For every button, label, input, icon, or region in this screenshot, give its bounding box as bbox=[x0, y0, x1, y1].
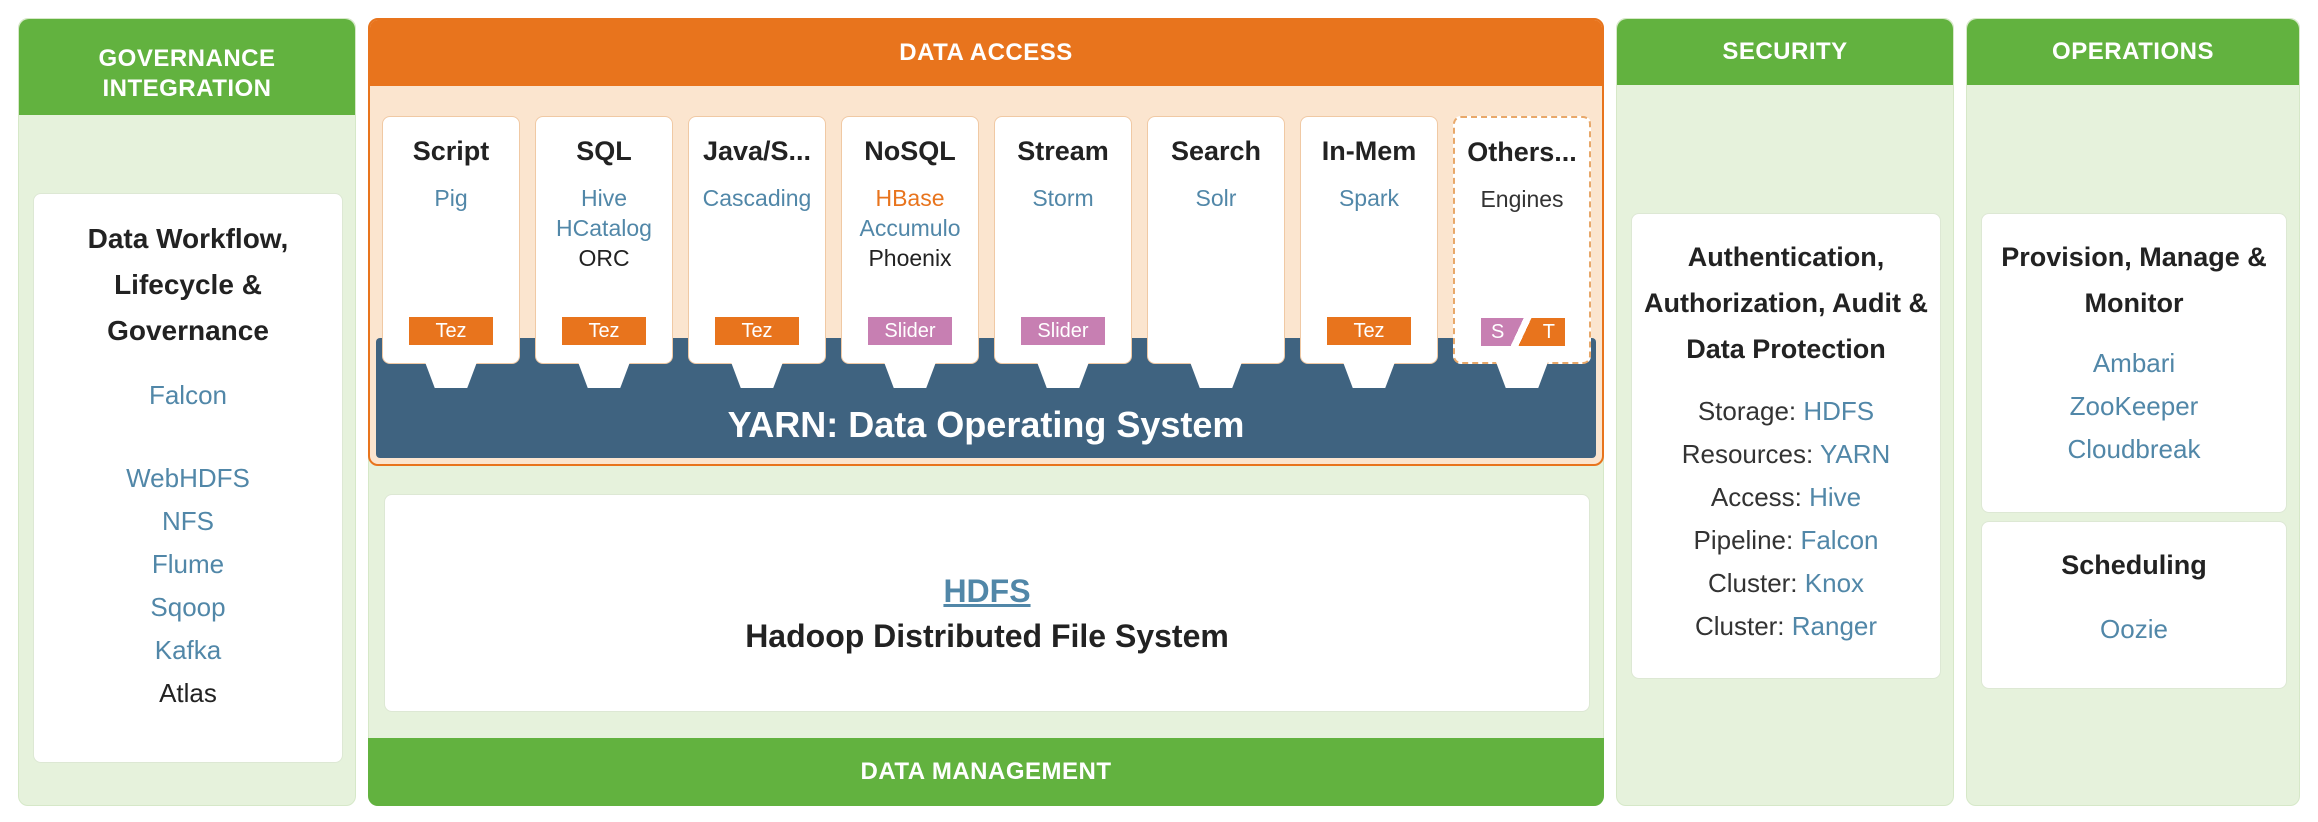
engine-sub[interactable]: Accumulo bbox=[842, 213, 978, 243]
row-value[interactable]: Hive bbox=[1809, 482, 1861, 512]
engine-title: NoSQL bbox=[864, 136, 956, 166]
governance-panel: GOVERNANCE INTEGRATION Data Workflow, Li… bbox=[18, 18, 356, 806]
engine-title: Stream bbox=[1017, 136, 1109, 166]
security-card: Authentication, Authorization, Audit & D… bbox=[1631, 213, 1941, 679]
engine-title: In-Mem bbox=[1321, 136, 1417, 166]
governance-card-title-2: Lifecycle & bbox=[114, 269, 262, 300]
provision-title-1: Provision, Manage & bbox=[2001, 242, 2267, 272]
operations-card-provision: Provision, Manage & Monitor Ambari ZooKe… bbox=[1981, 213, 2287, 513]
row-key: Cluster: bbox=[1694, 611, 1785, 641]
provision-title-2: Monitor bbox=[2084, 288, 2184, 318]
row-value[interactable]: HDFS bbox=[1803, 396, 1874, 426]
data-access-header: DATA ACCESS bbox=[370, 20, 1602, 86]
security-panel: SECURITY Authentication, Authorization, … bbox=[1616, 18, 1954, 806]
engine-sub[interactable]: Hive bbox=[536, 183, 672, 213]
engine-script[interactable]: Script Pig Tez bbox=[382, 116, 520, 388]
item-flume[interactable]: Flume bbox=[34, 543, 342, 586]
security-row: Pipeline: Falcon bbox=[1632, 519, 1940, 562]
data-access-box: DATA ACCESS YARN: Data Operating System … bbox=[368, 18, 1604, 466]
security-title-3: Data Protection bbox=[1686, 334, 1886, 364]
security-row: Cluster: Knox bbox=[1632, 562, 1940, 605]
item-sqoop[interactable]: Sqoop bbox=[34, 586, 342, 629]
engine-title: SQL bbox=[576, 136, 632, 166]
row-value[interactable]: YARN bbox=[1820, 439, 1890, 469]
badge-t: T bbox=[1542, 321, 1555, 343]
item-atlas: Atlas bbox=[159, 678, 217, 708]
engine-inmem[interactable]: In-Mem Spark Tez bbox=[1300, 116, 1438, 388]
row-key: Cluster: bbox=[1707, 568, 1798, 598]
governance-card: Data Workflow, Lifecycle & Governance Fa… bbox=[33, 193, 343, 763]
operations-card-scheduling: Scheduling Oozie bbox=[1981, 521, 2287, 689]
row-key: Access: bbox=[1710, 482, 1802, 512]
governance-header: GOVERNANCE INTEGRATION bbox=[19, 19, 355, 115]
security-title-2: Authorization, Audit & bbox=[1644, 288, 1928, 318]
engine-title: Search bbox=[1170, 136, 1262, 166]
row-key: Storage: bbox=[1697, 396, 1797, 426]
engine-sub[interactable]: HCatalog bbox=[536, 213, 672, 243]
engine-title: Java/S... bbox=[702, 136, 812, 166]
engine-others[interactable]: Others... Engines S T bbox=[1453, 116, 1591, 388]
security-row: Storage: HDFS bbox=[1632, 390, 1940, 433]
slider-badge: Slider bbox=[868, 317, 952, 345]
item-zookeeper[interactable]: ZooKeeper bbox=[1982, 385, 2286, 428]
tez-badge: Tez bbox=[715, 317, 799, 345]
engine-sub[interactable]: Pig bbox=[383, 183, 519, 213]
hdfs-box: HDFS Hadoop Distributed File System bbox=[384, 494, 1590, 712]
tez-badge: Tez bbox=[562, 317, 646, 345]
governance-header-line1: GOVERNANCE bbox=[98, 45, 276, 72]
hdfs-subtitle: Hadoop Distributed File System bbox=[745, 618, 1229, 654]
slider-badge: Slider bbox=[1021, 317, 1105, 345]
engine-sub: Engines bbox=[1480, 186, 1564, 212]
tez-badge: Tez bbox=[1327, 317, 1411, 345]
row-key: Resources: bbox=[1681, 439, 1814, 469]
engine-sub[interactable]: Cascading bbox=[689, 183, 825, 213]
governance-card-title-1: Data Workflow, bbox=[87, 223, 289, 254]
hdfs-title[interactable]: HDFS bbox=[385, 569, 1589, 613]
engine-sub[interactable]: Solr bbox=[1148, 183, 1284, 213]
engine-nosql[interactable]: NoSQL HBase Accumulo Phoenix Slider bbox=[841, 116, 979, 388]
engine-sql[interactable]: SQL Hive HCatalog ORC Tez bbox=[535, 116, 673, 388]
engine-sub[interactable]: Spark bbox=[1301, 183, 1437, 213]
governance-card-title-3: Governance bbox=[107, 315, 269, 346]
engine-sub[interactable]: Storm bbox=[995, 183, 1131, 213]
security-row: Cluster: Ranger bbox=[1632, 605, 1940, 648]
scheduling-title: Scheduling bbox=[2061, 550, 2207, 580]
row-value[interactable]: Knox bbox=[1805, 568, 1864, 598]
engine-sub[interactable]: HBase bbox=[842, 183, 978, 213]
engine-title: Others... bbox=[1467, 137, 1577, 167]
badge-s: S bbox=[1491, 321, 1505, 343]
row-key: Pipeline: bbox=[1693, 525, 1794, 555]
engine-title: Script bbox=[412, 136, 490, 166]
security-row: Access: Hive bbox=[1632, 476, 1940, 519]
item-oozie[interactable]: Oozie bbox=[1982, 608, 2286, 651]
engine-sub: ORC bbox=[578, 245, 630, 271]
item-ambari[interactable]: Ambari bbox=[1982, 342, 2286, 385]
data-management-bar: DATA MANAGEMENT bbox=[368, 738, 1604, 806]
item-webhdfs[interactable]: WebHDFS bbox=[34, 457, 342, 500]
engine-java[interactable]: Java/S... Cascading Tez bbox=[688, 116, 826, 388]
governance-header-line2: INTEGRATION bbox=[102, 75, 272, 102]
slider-tez-badge: S T bbox=[1481, 318, 1565, 346]
engine-search[interactable]: Search Solr bbox=[1147, 116, 1285, 388]
security-title-1: Authentication, bbox=[1687, 242, 1885, 272]
item-kafka[interactable]: Kafka bbox=[34, 629, 342, 672]
operations-header: OPERATIONS bbox=[1967, 19, 2299, 85]
item-cloudbreak[interactable]: Cloudbreak bbox=[1982, 428, 2286, 471]
tez-badge: Tez bbox=[409, 317, 493, 345]
item-nfs[interactable]: NFS bbox=[34, 500, 342, 543]
operations-panel: OPERATIONS Provision, Manage & Monitor A… bbox=[1966, 18, 2300, 806]
item-falcon[interactable]: Falcon bbox=[34, 374, 342, 417]
security-row: Resources: YARN bbox=[1632, 433, 1940, 476]
engine-sub: Phoenix bbox=[868, 245, 952, 271]
security-header: SECURITY bbox=[1617, 19, 1953, 85]
engine-stream[interactable]: Stream Storm Slider bbox=[994, 116, 1132, 388]
row-value[interactable]: Ranger bbox=[1792, 611, 1877, 641]
row-value[interactable]: Falcon bbox=[1800, 525, 1878, 555]
